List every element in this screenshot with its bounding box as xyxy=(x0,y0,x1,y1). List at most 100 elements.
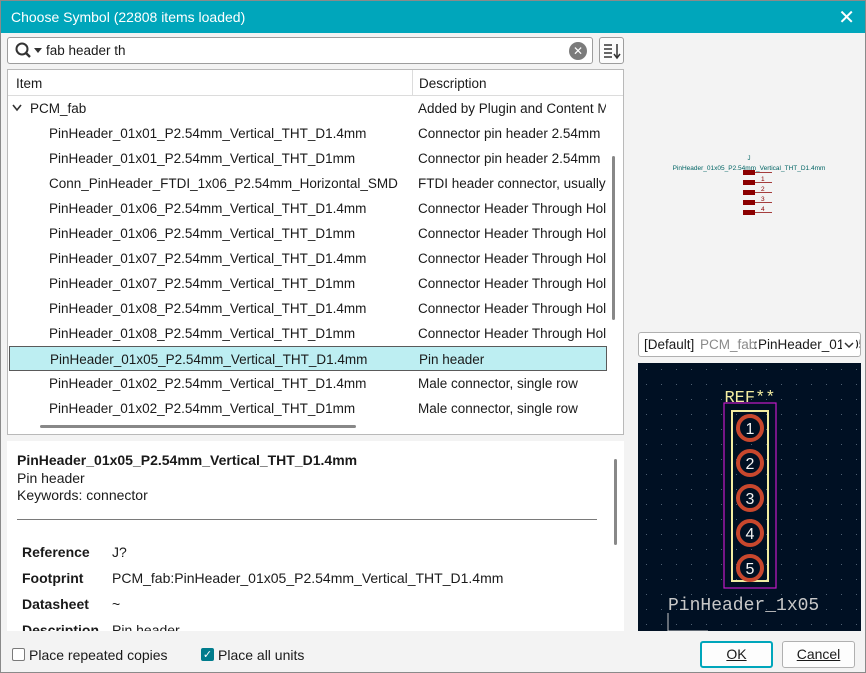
details-description: Pin header xyxy=(17,470,85,486)
symbol-name: PinHeader_01x01_P2.54mm_Vertical_THT_D1m… xyxy=(49,151,356,166)
clear-search-icon[interactable]: ✕ xyxy=(569,42,587,60)
tree-header: Item Description xyxy=(8,70,623,96)
field-value-footprint: PCM_fab:PinHeader_01x05_P2.54mm_Vertical… xyxy=(112,570,504,586)
dialog-footer: Place repeated copies ✓ Place all units … xyxy=(1,637,865,673)
pad-4: 4 xyxy=(736,519,764,547)
tree-row[interactable]: PinHeader_01x02_P2.54mm_Vertical_THT_D1m… xyxy=(8,396,608,421)
pads: 1 2 3 4 5 xyxy=(736,414,764,582)
symbol-name: PinHeader_01x07_P2.54mm_Vertical_THT_D1m… xyxy=(49,276,356,291)
symbol-description: FTDI header connector, usually xyxy=(418,176,606,191)
details-keywords: Keywords: connector xyxy=(17,487,148,503)
symbol-name: Conn_PinHeader_FTDI_1x06_P2.54mm_Horizon… xyxy=(49,176,398,191)
symbol-description: Male connector, single row xyxy=(418,376,578,391)
pin-5 xyxy=(743,210,772,215)
symbol-description: Connector Header Through Hole xyxy=(418,301,606,316)
symbol-name: PinHeader_01x06_P2.54mm_Vertical_THT_D1.… xyxy=(49,201,367,216)
symbol-description: Pin header xyxy=(419,352,485,367)
tree-row[interactable]: PinHeader_01x02_P2.54mm_Vertical_THT_D1.… xyxy=(8,371,608,396)
pad-3: 3 xyxy=(736,484,764,512)
symbol-ref: J xyxy=(748,156,751,162)
close-icon[interactable]: ✕ xyxy=(838,5,855,30)
choose-symbol-dialog: Choose Symbol (22808 items loaded) ✕ ✕ I… xyxy=(0,0,866,673)
pin-number: 3 xyxy=(761,196,765,203)
symbol-description: Connector Header Through Hole xyxy=(418,226,606,241)
field-value-datasheet: ~ xyxy=(112,596,121,612)
tree-row[interactable]: PinHeader_01x08_P2.54mm_Vertical_THT_D1m… xyxy=(8,321,608,346)
footprint-default-tag: [Default] xyxy=(644,337,695,352)
tree-row-selected[interactable]: PinHeader_01x05_P2.54mm_Vertical_THT_D1.… xyxy=(9,346,607,371)
place-repeated-copies-checkbox[interactable] xyxy=(12,648,25,661)
tree-row[interactable]: PinHeader_01x07_P2.54mm_Vertical_THT_D1m… xyxy=(8,271,608,296)
details-scrollbar[interactable] xyxy=(614,459,617,545)
column-header-description[interactable]: Description xyxy=(419,76,487,91)
tree-row[interactable]: PinHeader_01x07_P2.54mm_Vertical_THT_D1.… xyxy=(8,246,608,271)
symbol-description: Male connector, single row xyxy=(418,401,578,416)
symbol-name: PinHeader_01x02_P2.54mm_Vertical_THT_D1m… xyxy=(49,401,356,416)
footprint-select[interactable]: [Default] PCM_fab : PinHeader_01x05_P2.5… xyxy=(638,332,861,357)
title-bar: Choose Symbol (22808 items loaded) ✕ xyxy=(1,1,865,33)
symbol-name: PinHeader_01x08_P2.54mm_Vertical_THT_D1m… xyxy=(49,326,356,341)
pad-1: 1 xyxy=(736,414,764,442)
symbol-description: Connector pin header 2.54mm xyxy=(418,151,601,166)
symbol-name: PinHeader_01x08_P2.54mm_Vertical_THT_D1.… xyxy=(49,301,367,316)
pad-number: 2 xyxy=(746,456,755,473)
search-icon[interactable] xyxy=(14,41,44,61)
symbol-name: PinHeader_01x07_P2.54mm_Vertical_THT_D1.… xyxy=(49,251,367,266)
field-label-footprint: Footprint xyxy=(22,570,84,586)
details-symbol-name: PinHeader_01x05_P2.54mm_Vertical_THT_D1.… xyxy=(17,452,358,468)
ok-button[interactable]: OK xyxy=(700,641,773,668)
pin-number: 1 xyxy=(761,176,765,183)
pin-number: 2 xyxy=(761,186,765,193)
symbol-details-panel: PinHeader_01x05_P2.54mm_Vertical_THT_D1.… xyxy=(7,441,624,631)
footprint-ref: REF** xyxy=(724,389,775,408)
tree-rows: PCM_fab Added by Plugin and Content Mana… xyxy=(8,96,608,421)
library-description: Added by Plugin and Content Manager xyxy=(418,101,606,116)
place-repeated-copies-label[interactable]: Place repeated copies xyxy=(29,647,168,663)
symbol-tree: Item Description PCM_fab Added by Plugin… xyxy=(7,69,624,435)
sort-button[interactable] xyxy=(599,37,624,64)
place-all-units-checkbox[interactable]: ✓ xyxy=(201,648,214,661)
details-divider xyxy=(17,519,597,520)
pad-2: 2 xyxy=(736,449,764,477)
symbol-name: PinHeader_01x06_P2.54mm_Vertical_THT_D1m… xyxy=(49,226,356,241)
footprint-preview-canvas: REF** 1 2 3 4 5 PinHeader_1x05 xyxy=(646,369,857,631)
tree-row[interactable]: Conn_PinHeader_FTDI_1x06_P2.54mm_Horizon… xyxy=(8,171,608,196)
sort-icon xyxy=(604,44,621,60)
tree-vertical-scrollbar[interactable] xyxy=(612,156,615,320)
footprint-value: PinHeader_1x05 xyxy=(668,596,819,616)
symbol-name: PinHeader_01x02_P2.54mm_Vertical_THT_D1.… xyxy=(49,376,367,391)
field-label-reference: Reference xyxy=(22,544,90,560)
tree-row[interactable]: PinHeader_01x06_P2.54mm_Vertical_THT_D1m… xyxy=(8,221,608,246)
pad-5: 5 xyxy=(736,554,764,582)
library-name: PCM_fab xyxy=(30,101,87,116)
library-group-row[interactable]: PCM_fab Added by Plugin and Content Mana… xyxy=(8,96,608,121)
tree-row[interactable]: PinHeader_01x01_P2.54mm_Vertical_THT_D1.… xyxy=(8,121,608,146)
chevron-down-icon xyxy=(842,336,856,356)
symbol-description: Connector Header Through Hole xyxy=(418,276,606,291)
chevron-down-icon[interactable] xyxy=(12,104,22,112)
tree-row[interactable]: PinHeader_01x08_P2.54mm_Vertical_THT_D1.… xyxy=(8,296,608,321)
field-label-datasheet: Datasheet xyxy=(22,596,89,612)
footprint-library: PCM_fab xyxy=(700,337,757,352)
symbol-preview: J PinHeader_01x05_P2.54mm_Vertical_THT_D… xyxy=(637,37,861,327)
symbol-description: Connector Header Through Hole xyxy=(418,251,606,266)
symbol-description: Connector Header Through Hole xyxy=(418,201,606,216)
column-header-item[interactable]: Item xyxy=(16,76,42,91)
tree-horizontal-scrollbar[interactable] xyxy=(40,425,356,428)
symbol-description: Connector Header Through Hole xyxy=(418,326,606,341)
pad-number: 1 xyxy=(746,421,755,438)
place-all-units-label[interactable]: Place all units xyxy=(218,647,304,663)
field-value-description: Pin header xyxy=(112,622,180,631)
symbol-preview-canvas: J PinHeader_01x05_P2.54mm_Vertical_THT_D… xyxy=(673,156,825,215)
search-input[interactable] xyxy=(46,41,566,60)
field-value-reference: J? xyxy=(112,544,127,560)
window-title: Choose Symbol (22808 items loaded) xyxy=(11,9,246,25)
search-box: ✕ xyxy=(7,37,593,64)
symbol-name: PinHeader_01x05_P2.54mm_Vertical_THT_D1.… xyxy=(50,352,368,367)
tree-row[interactable]: PinHeader_01x01_P2.54mm_Vertical_THT_D1m… xyxy=(8,146,608,171)
column-separator[interactable] xyxy=(412,70,413,96)
symbol-description: Connector pin header 2.54mm xyxy=(418,126,601,141)
symbol-name: PinHeader_01x01_P2.54mm_Vertical_THT_D1.… xyxy=(49,126,367,141)
cancel-button[interactable]: Cancel xyxy=(782,641,855,668)
tree-row[interactable]: PinHeader_01x06_P2.54mm_Vertical_THT_D1.… xyxy=(8,196,608,221)
